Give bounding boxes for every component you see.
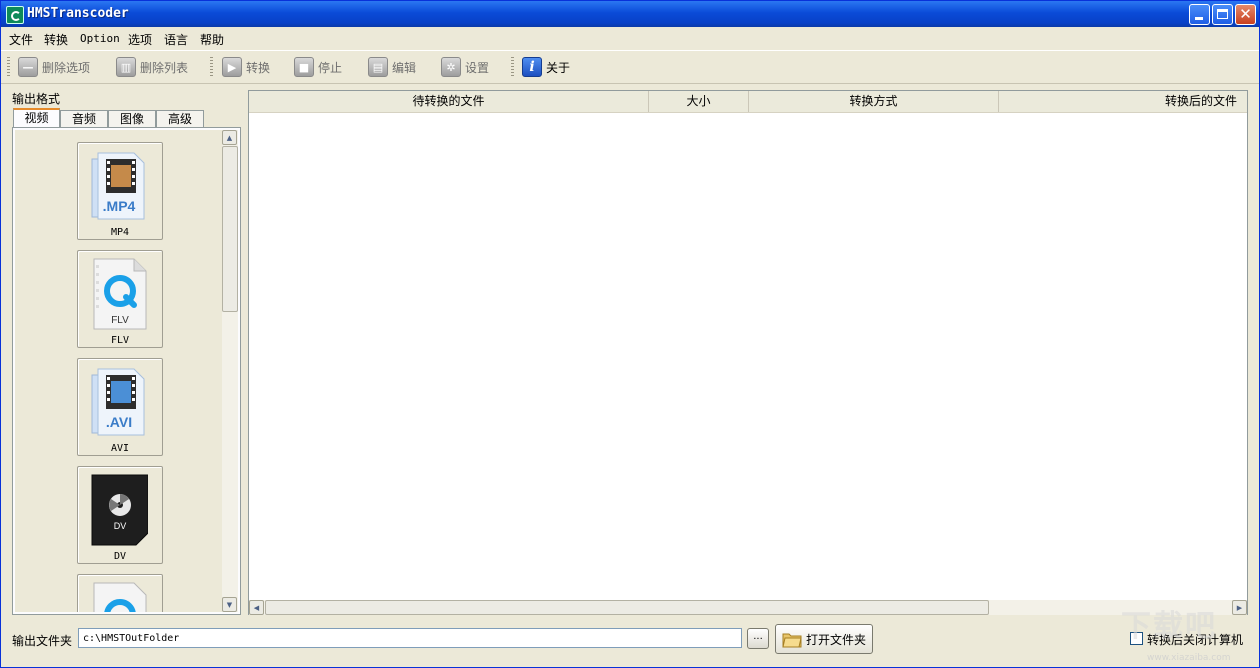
app-window: HMSTranscoder ✕ 文件 转换 Option 选项 语言 帮助 — … [0, 0, 1260, 668]
edit-button[interactable]: ▤ 编辑 [368, 54, 416, 80]
app-icon [6, 6, 24, 24]
menu-option[interactable]: Option [80, 32, 120, 45]
format-name: AVI [110, 443, 130, 454]
scroll-left-button[interactable]: ◀ [249, 600, 264, 615]
about-label: 关于 [546, 60, 571, 75]
format-item-mp4[interactable]: .MP4 MP4 [77, 142, 163, 240]
minus-icon: — [18, 57, 38, 77]
open-folder-label: 打开文件夹 [806, 632, 867, 647]
maximize-icon [1217, 9, 1228, 19]
menu-file[interactable]: 文件 [9, 31, 33, 48]
convert-button[interactable]: ▶ 转换 [222, 54, 270, 80]
gear-icon: ✲ [441, 57, 461, 77]
tab-image[interactable]: 图像 [108, 110, 156, 127]
toolbar-grip[interactable] [511, 57, 514, 77]
scroll-up-button[interactable]: ▲ [222, 130, 237, 145]
toolbar-grip[interactable] [210, 57, 213, 77]
column-conversion-method[interactable]: 转换方式 [749, 91, 999, 112]
hscroll-thumb[interactable] [265, 600, 989, 615]
delete-list-button[interactable]: ▥ 删除列表 [116, 54, 188, 80]
output-format-label: 输出格式 [12, 92, 61, 106]
table-header: 待转换的文件 大小 转换方式 转换后的文件 [249, 91, 1247, 113]
open-folder-button[interactable]: 打开文件夹 [775, 624, 873, 654]
output-folder-label: 输出文件夹 [12, 634, 73, 648]
dv-file-icon: DV [91, 474, 148, 546]
format-list-scrollbar[interactable]: ▲ ▼ [222, 130, 238, 612]
info-icon: i [522, 57, 542, 77]
trash-icon: ▥ [116, 57, 136, 77]
flv-file-icon: FLV [93, 258, 147, 330]
avi-file-icon: .AVI [91, 368, 145, 436]
format-name: FLV [110, 335, 130, 346]
mp4-badge: .MP4 [103, 198, 136, 214]
menu-bar: 文件 转换 Option 选项 语言 帮助 [1, 27, 1259, 49]
maximize-button[interactable] [1212, 4, 1233, 25]
stop-label: 停止 [318, 60, 343, 75]
video-file-icon [93, 582, 147, 612]
format-name: MP4 [110, 227, 130, 238]
title-bar[interactable]: HMSTranscoder ✕ [1, 1, 1259, 27]
delete-item-button[interactable]: — 删除选项 [18, 54, 90, 80]
menu-language[interactable]: 语言 [164, 31, 188, 48]
delete-item-label: 删除选项 [42, 60, 91, 75]
column-source-file[interactable]: 待转换的文件 [249, 91, 649, 112]
settings-button[interactable]: ✲ 设置 [441, 54, 489, 80]
dv-badge: DV [114, 521, 127, 531]
close-icon: ✕ [1239, 5, 1252, 23]
convert-label: 转换 [246, 60, 271, 75]
table-hscrollbar[interactable]: ◀ ▶ [249, 600, 1247, 615]
toolbar-grip[interactable] [7, 57, 10, 77]
film-icon: ▤ [368, 57, 388, 77]
avi-badge: .AVI [106, 414, 132, 430]
flv-badge: FLV [111, 315, 129, 326]
column-size[interactable]: 大小 [649, 91, 749, 112]
menu-options[interactable]: 选项 [128, 31, 152, 48]
close-button[interactable]: ✕ [1235, 4, 1256, 25]
stop-icon: ■ [294, 57, 314, 77]
output-folder-input[interactable] [78, 628, 742, 648]
format-item-flv[interactable]: FLV FLV [77, 250, 163, 348]
about-button[interactable]: i 关于 [522, 54, 570, 80]
file-table[interactable]: 待转换的文件 大小 转换方式 转换后的文件 ◀ ▶ [248, 90, 1248, 615]
format-item-avi[interactable]: .AVI AVI [77, 358, 163, 456]
column-output-file[interactable]: 转换后的文件 [999, 91, 1247, 112]
play-icon: ▶ [222, 57, 242, 77]
watermark-url: www.xiazaiba.com [1147, 653, 1231, 663]
tab-advanced[interactable]: 高级 [156, 110, 204, 127]
edit-label: 编辑 [392, 60, 417, 75]
format-list: .MP4 MP4 FLV FLV .AVI AVI DV DV [15, 130, 222, 612]
scroll-thumb[interactable] [222, 146, 238, 312]
minimize-button[interactable] [1189, 4, 1210, 25]
folder-icon [782, 633, 802, 648]
format-item-dv[interactable]: DV DV [77, 466, 163, 564]
stop-button[interactable]: ■ 停止 [294, 54, 342, 80]
delete-list-label: 删除列表 [140, 60, 189, 75]
tab-video[interactable]: 视频 [13, 108, 60, 128]
format-item-partial[interactable] [77, 574, 163, 612]
format-name: DV [113, 551, 127, 562]
settings-label: 设置 [465, 60, 490, 75]
menu-convert[interactable]: 转换 [44, 31, 68, 48]
scroll-down-button[interactable]: ▼ [222, 597, 237, 612]
browse-button[interactable]: ... [747, 628, 769, 649]
toolbar: — 删除选项 ▥ 删除列表 ▶ 转换 ■ 停止 ▤ 编辑 ✲ 设置 i 关于 [1, 50, 1259, 84]
window-title: HMSTranscoder [27, 6, 129, 21]
format-list-panel: .MP4 MP4 FLV FLV .AVI AVI DV DV ▲ ▼ [12, 127, 241, 615]
tab-audio[interactable]: 音频 [60, 110, 108, 127]
minimize-icon [1195, 17, 1203, 20]
mp4-file-icon: .MP4 [91, 152, 145, 220]
menu-help[interactable]: 帮助 [200, 31, 224, 48]
